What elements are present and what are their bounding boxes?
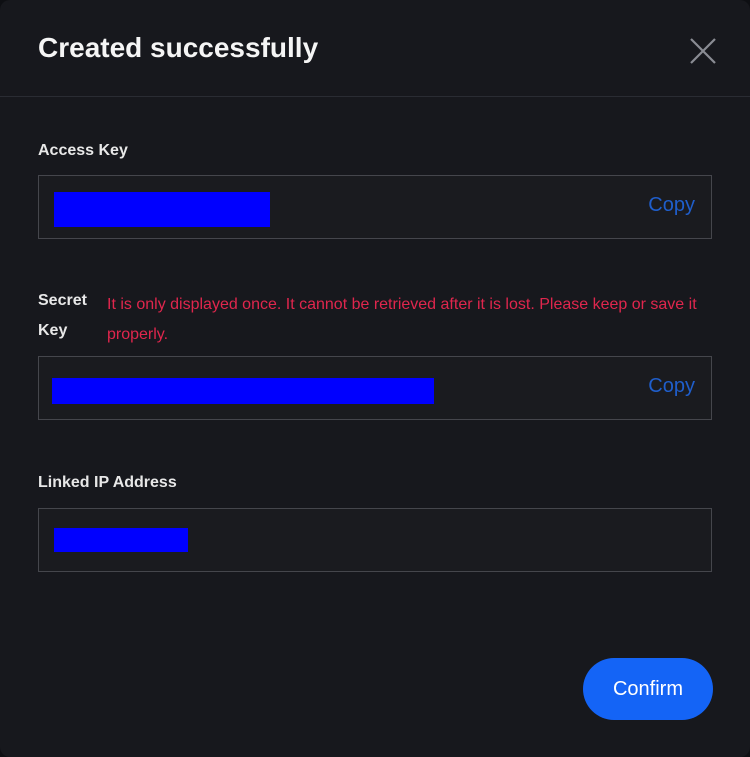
close-icon[interactable] — [688, 36, 718, 66]
header-divider — [0, 96, 750, 97]
redacted-ip-address — [54, 528, 188, 552]
access-key-field[interactable]: Copy — [38, 175, 712, 239]
created-successfully-dialog: Created successfully Access Key Copy Sec… — [0, 0, 750, 757]
secret-key-label-line1: Secret — [38, 292, 87, 309]
secret-key-label-line2: Key — [38, 322, 68, 339]
copy-access-key-button[interactable]: Copy — [648, 194, 695, 217]
secret-key-warning: It is only displayed once. It cannot be … — [107, 296, 697, 343]
access-key-label: Access Key — [38, 142, 128, 159]
redacted-access-key — [54, 192, 270, 227]
redacted-secret-key — [52, 378, 434, 404]
copy-secret-key-button[interactable]: Copy — [648, 375, 695, 398]
confirm-button[interactable]: Confirm — [583, 658, 713, 720]
linked-ip-label: Linked IP Address — [38, 474, 177, 491]
linked-ip-field[interactable] — [38, 508, 712, 572]
secret-key-field[interactable]: Copy — [38, 356, 712, 420]
dialog-title: Created successfully — [38, 32, 319, 63]
